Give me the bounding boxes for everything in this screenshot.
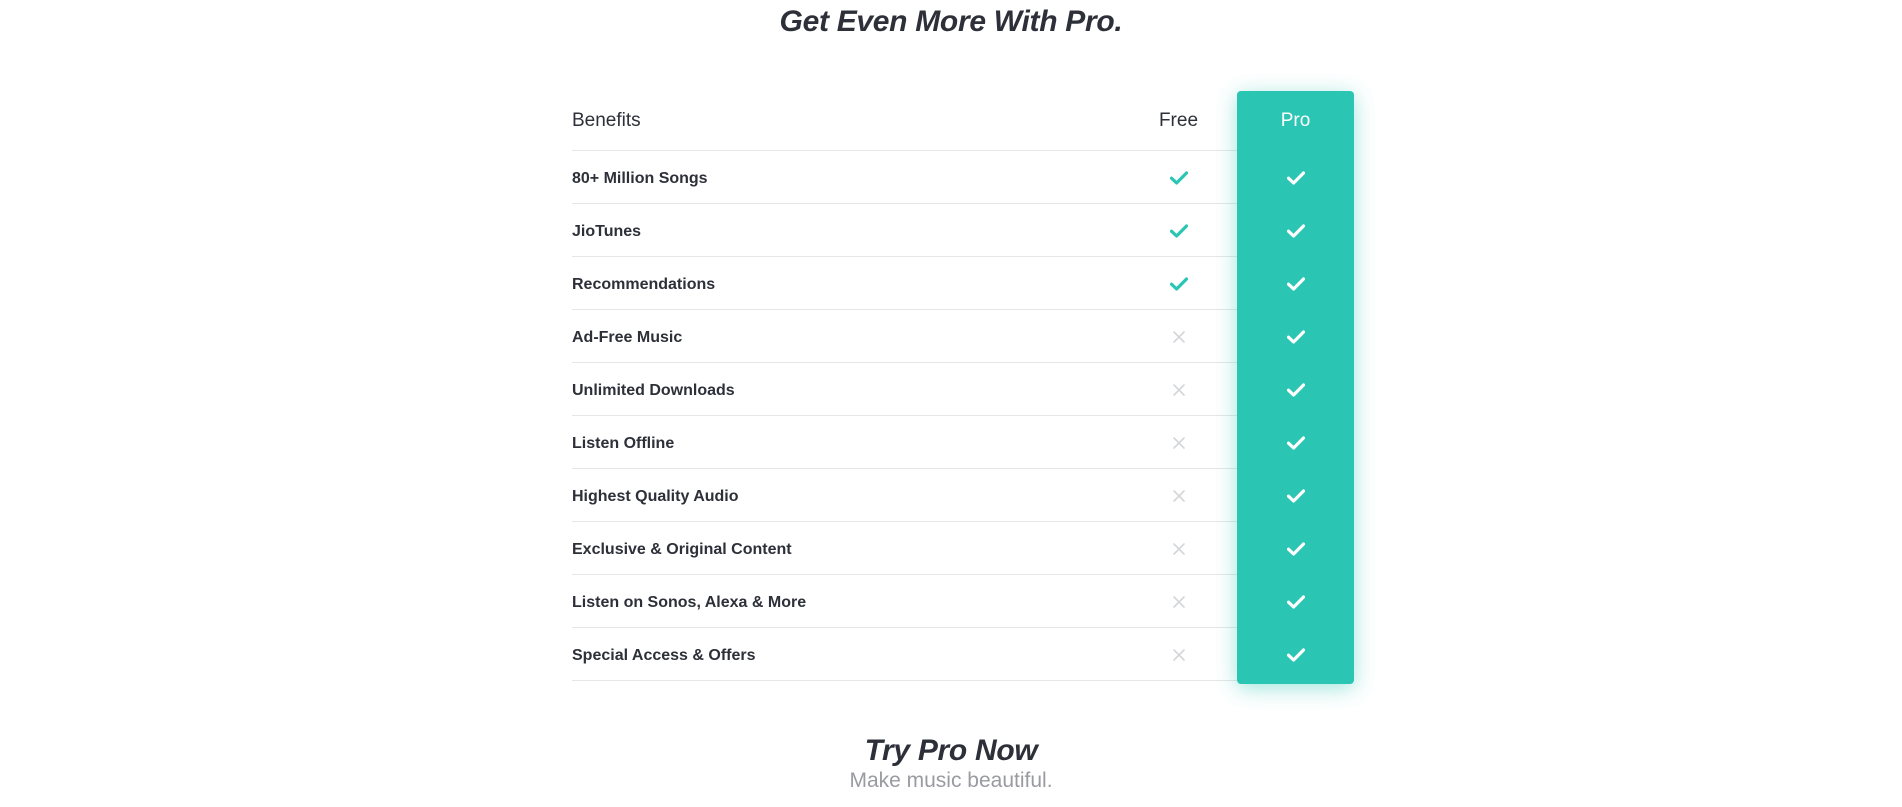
table-row: 80+ Million Songs: [568, 151, 1351, 204]
check-icon: [1286, 594, 1305, 609]
check-icon: [1286, 647, 1305, 662]
table-header-row: Benefits Free Pro: [568, 91, 1351, 151]
free-cell: [1136, 522, 1221, 575]
benefit-label: Recommendations: [572, 276, 716, 293]
page-heading: Get Even More With Pro.: [779, 5, 1123, 38]
check-icon: [1286, 329, 1305, 344]
check-icon: [1286, 223, 1305, 238]
table-row: Recommendations: [568, 257, 1351, 310]
pro-cell: [1237, 575, 1354, 628]
check-icon: [1286, 382, 1305, 397]
check-icon: [1169, 170, 1188, 185]
benefit-label: Highest Quality Audio: [572, 488, 739, 505]
pro-cell: [1237, 522, 1354, 575]
benefit-label: Special Access & Offers: [572, 647, 756, 664]
cross-icon: [1172, 542, 1186, 556]
row-divider: [572, 680, 1237, 681]
check-icon: [1169, 223, 1188, 238]
free-cell: [1136, 416, 1221, 469]
benefit-label: Unlimited Downloads: [572, 382, 735, 399]
table-row: Listen Offline: [568, 416, 1351, 469]
check-icon: [1169, 276, 1188, 291]
check-icon: [1286, 170, 1305, 185]
comparison-table: Benefits Free Pro 80+ Million Songs JioTu…: [568, 91, 1354, 684]
table-row: Listen on Sonos, Alexa & More: [568, 575, 1351, 628]
check-icon: [1286, 541, 1305, 556]
benefit-label: Listen on Sonos, Alexa & More: [572, 594, 807, 611]
benefit-rows: 80+ Million Songs JioTunes Recommendations…: [568, 151, 1351, 681]
check-icon: [1286, 276, 1305, 291]
pro-cell: [1237, 363, 1354, 416]
table-row: Highest Quality Audio: [568, 469, 1351, 522]
pro-cell: [1237, 310, 1354, 363]
benefit-label: Exclusive & Original Content: [572, 541, 792, 558]
cross-icon: [1172, 595, 1186, 609]
check-icon: [1286, 488, 1305, 503]
benefit-label: JioTunes: [572, 223, 642, 240]
free-cell: [1136, 151, 1221, 204]
header-pro: Pro: [1280, 110, 1311, 131]
cross-icon: [1172, 436, 1186, 450]
table-row: Exclusive & Original Content: [568, 522, 1351, 575]
header-benefits: Benefits: [572, 110, 641, 131]
free-cell: [1136, 204, 1221, 257]
table-row: Special Access & Offers: [568, 628, 1351, 681]
free-cell: [1136, 310, 1221, 363]
cta-title: Try Pro Now: [864, 734, 1038, 767]
table-row: JioTunes: [568, 204, 1351, 257]
pro-cell: [1237, 151, 1354, 204]
pro-cell: [1237, 204, 1354, 257]
benefit-label: 80+ Million Songs: [572, 170, 708, 187]
benefit-label: Listen Offline: [572, 435, 675, 452]
free-cell: [1136, 257, 1221, 310]
free-cell: [1136, 363, 1221, 416]
cross-icon: [1172, 489, 1186, 503]
cross-icon: [1172, 648, 1186, 662]
cross-icon: [1172, 383, 1186, 397]
free-cell: [1136, 575, 1221, 628]
check-icon: [1286, 435, 1305, 450]
header-free: Free: [1158, 110, 1199, 131]
benefit-label: Ad-Free Music: [572, 329, 683, 346]
table-row: Unlimited Downloads: [568, 363, 1351, 416]
free-cell: [1136, 469, 1221, 522]
cross-icon: [1172, 330, 1186, 344]
pro-cell: [1237, 469, 1354, 522]
free-cell: [1136, 628, 1221, 681]
cta-subtitle: Make music beautiful.: [849, 769, 1053, 792]
pro-cell: [1237, 416, 1354, 469]
pro-cell: [1237, 257, 1354, 310]
pro-cell: [1237, 628, 1354, 681]
table-row: Ad-Free Music: [568, 310, 1351, 363]
